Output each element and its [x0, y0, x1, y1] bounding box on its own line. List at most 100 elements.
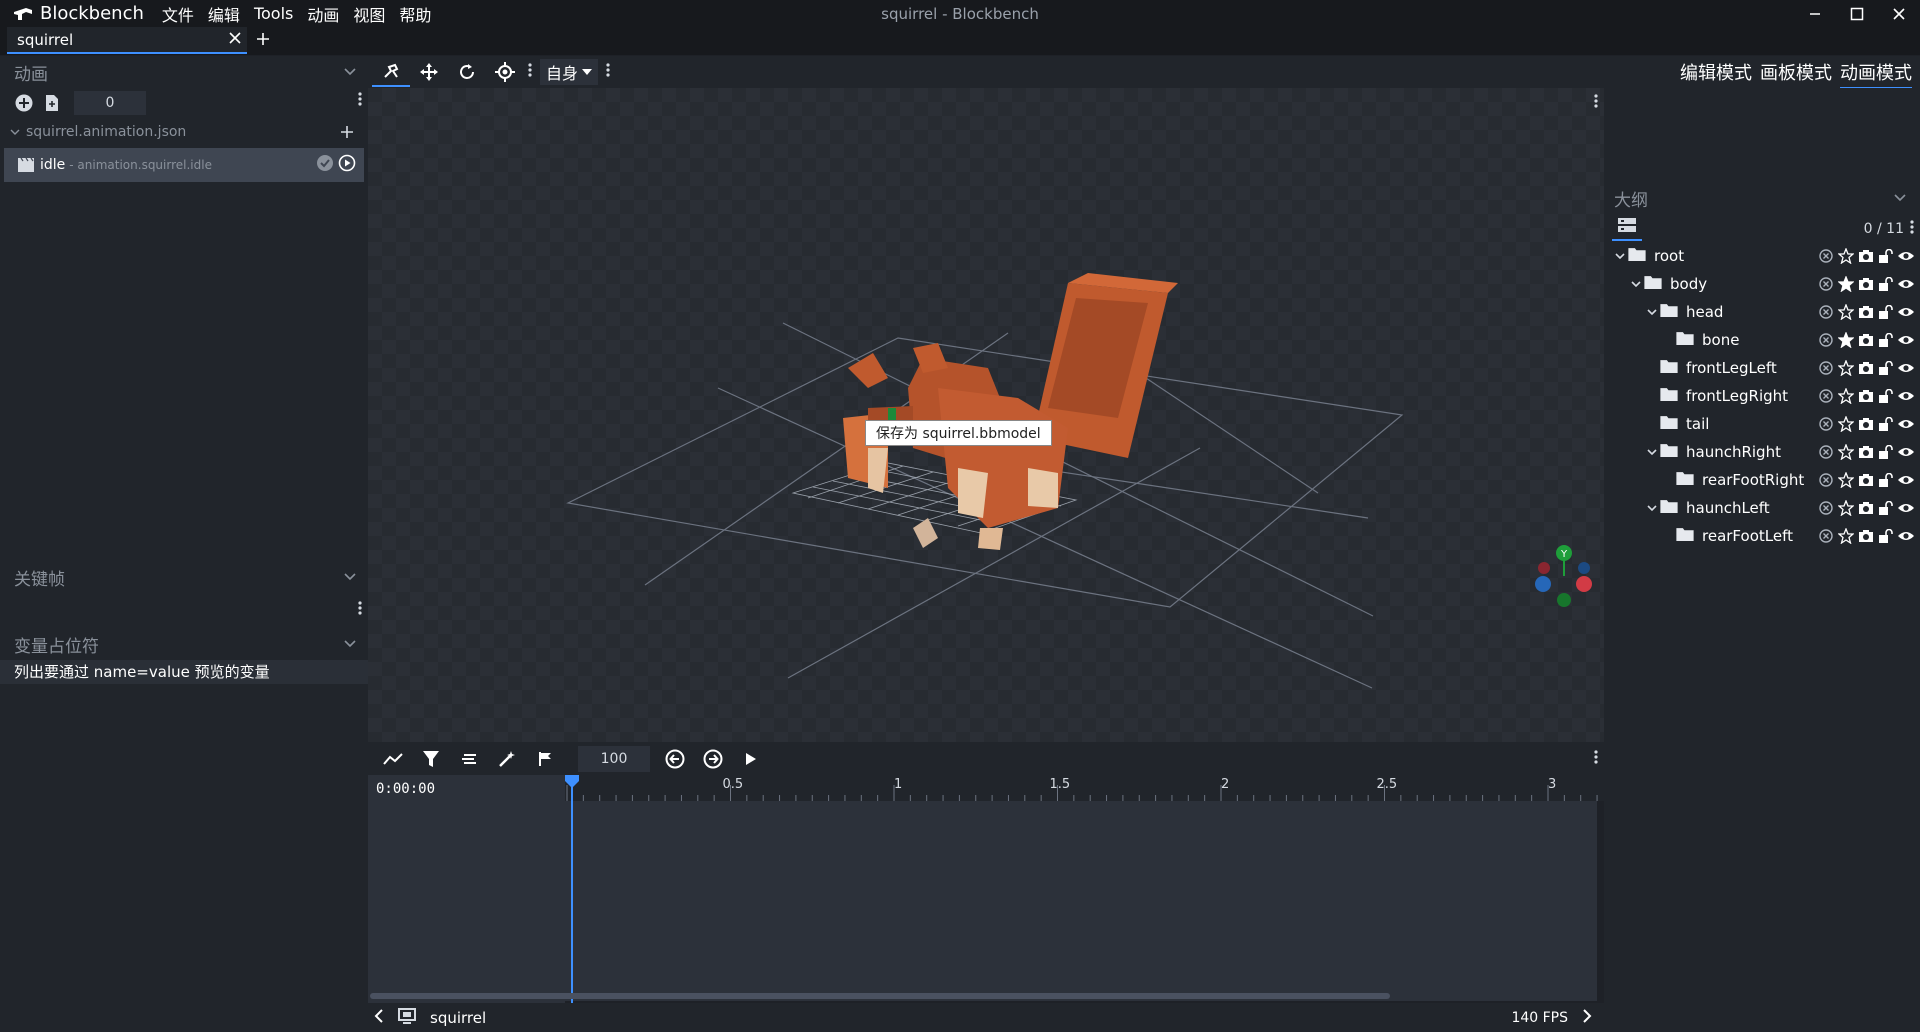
star-icon[interactable]: [1836, 442, 1856, 462]
outliner-view-button[interactable]: [1612, 217, 1642, 241]
mode-tab-paint[interactable]: 画板模式: [1760, 59, 1832, 89]
more-options-icon[interactable]: [1594, 750, 1598, 768]
reset-circle-icon[interactable]: [1816, 246, 1836, 266]
previous-keyframe-button[interactable]: [656, 744, 694, 774]
outliner-node[interactable]: haunchRight: [1604, 438, 1920, 466]
camera-icon[interactable]: [1856, 414, 1876, 434]
outliner-node[interactable]: frontLegLeft: [1604, 354, 1920, 382]
animations-panel-header[interactable]: 动画: [0, 56, 368, 88]
reset-circle-icon[interactable]: [1816, 526, 1836, 546]
star-icon[interactable]: [1836, 358, 1856, 378]
check-circle-icon[interactable]: [316, 154, 334, 176]
reset-circle-icon[interactable]: [1816, 358, 1836, 378]
reset-circle-icon[interactable]: [1816, 274, 1836, 294]
rotate-tool-button[interactable]: [448, 57, 486, 87]
marker-button[interactable]: [526, 744, 564, 774]
outliner-panel-header[interactable]: 大纲: [1604, 182, 1920, 214]
timeline-scrollbar[interactable]: [370, 993, 1390, 999]
play-button[interactable]: [732, 744, 770, 774]
lock-open-icon[interactable]: [1876, 442, 1896, 462]
star-icon[interactable]: [1836, 302, 1856, 322]
lock-open-icon[interactable]: [1876, 358, 1896, 378]
more-options-icon[interactable]: [358, 601, 362, 619]
minimize-button[interactable]: [1794, 0, 1836, 27]
chevron-down-icon[interactable]: [1644, 502, 1660, 515]
outliner-node[interactable]: head: [1604, 298, 1920, 326]
chevron-left-icon[interactable]: [374, 1008, 384, 1027]
eye-icon[interactable]: [1896, 526, 1916, 546]
camera-icon[interactable]: [1856, 498, 1876, 518]
star-icon[interactable]: [1836, 470, 1856, 490]
star-icon[interactable]: [1836, 386, 1856, 406]
lock-open-icon[interactable]: [1876, 386, 1896, 406]
eye-icon[interactable]: [1896, 498, 1916, 518]
outliner-node[interactable]: bone: [1604, 326, 1920, 354]
eye-icon[interactable]: [1896, 442, 1916, 462]
reset-circle-icon[interactable]: [1816, 442, 1836, 462]
timeline-playhead[interactable]: [565, 775, 579, 1003]
outliner-node[interactable]: root: [1604, 242, 1920, 270]
star-icon[interactable]: [1836, 498, 1856, 518]
camera-icon[interactable]: [1856, 246, 1876, 266]
camera-icon[interactable]: [1856, 358, 1876, 378]
eye-icon[interactable]: [1896, 274, 1916, 294]
star-icon[interactable]: [1836, 246, 1856, 266]
lock-open-icon[interactable]: [1876, 526, 1896, 546]
filter-button[interactable]: [412, 744, 450, 774]
camera-icon[interactable]: [1856, 330, 1876, 350]
outliner-node[interactable]: rearFootRight: [1604, 466, 1920, 494]
eye-icon[interactable]: [1896, 470, 1916, 490]
camera-icon[interactable]: [1856, 526, 1876, 546]
more-options-icon[interactable]: [1594, 94, 1598, 112]
chevron-down-icon[interactable]: [344, 637, 356, 652]
more-options-icon[interactable]: [528, 63, 532, 81]
move-tool-button[interactable]: [410, 57, 448, 87]
lock-open-icon[interactable]: [1876, 414, 1896, 434]
lock-open-icon[interactable]: [1876, 302, 1896, 322]
pose-tool-button[interactable]: [372, 57, 410, 87]
close-window-button[interactable]: [1878, 0, 1920, 27]
graph-editor-button[interactable]: [374, 744, 412, 774]
eye-icon[interactable]: [1896, 302, 1916, 322]
next-keyframe-button[interactable]: [694, 744, 732, 774]
star-icon[interactable]: [1836, 526, 1856, 546]
reset-circle-icon[interactable]: [1816, 386, 1836, 406]
lock-open-icon[interactable]: [1876, 498, 1896, 518]
outliner-node[interactable]: frontLegRight: [1604, 382, 1920, 410]
tab-squirrel[interactable]: squirrel: [7, 27, 247, 54]
chevron-down-icon[interactable]: [1628, 278, 1644, 291]
reset-circle-icon[interactable]: [1816, 470, 1836, 490]
eye-icon[interactable]: [1896, 246, 1916, 266]
lock-open-icon[interactable]: [1876, 470, 1896, 490]
axis-gizmo[interactable]: Y: [1535, 545, 1592, 607]
new-tab-button[interactable]: [255, 28, 271, 53]
more-options-icon[interactable]: [358, 92, 362, 110]
lock-open-icon[interactable]: [1876, 246, 1896, 266]
reset-circle-icon[interactable]: [1816, 302, 1836, 322]
plus-icon[interactable]: [340, 125, 354, 139]
outliner-node[interactable]: haunchLeft: [1604, 494, 1920, 522]
eye-icon[interactable]: [1896, 414, 1916, 434]
reset-circle-icon[interactable]: [1816, 330, 1836, 350]
more-options-icon[interactable]: [606, 63, 610, 81]
chevron-down-icon[interactable]: [1644, 446, 1660, 459]
outliner-node[interactable]: body: [1604, 270, 1920, 298]
outliner-node[interactable]: rearFootLeft: [1604, 522, 1920, 550]
animation-item-idle[interactable]: idle - animation.squirrel.idle: [4, 148, 364, 182]
menu-view[interactable]: 视图: [353, 2, 385, 26]
timeline[interactable]: 0:00:00 0.511.522.533.544.55: [368, 775, 1604, 1003]
eye-icon[interactable]: [1896, 386, 1916, 406]
chevron-down-icon[interactable]: [1644, 306, 1660, 319]
outliner-node[interactable]: tail: [1604, 410, 1920, 438]
variables-panel-header[interactable]: 变量占位符: [0, 628, 368, 660]
animation-file-row[interactable]: squirrel.animation.json: [0, 118, 368, 146]
timeline-ruler[interactable]: 0.511.522.533.544.55: [565, 775, 1604, 801]
chevron-down-icon[interactable]: [1612, 250, 1628, 263]
star-icon[interactable]: [1836, 274, 1856, 294]
camera-icon[interactable]: [1856, 470, 1876, 490]
timeline-track-area[interactable]: [565, 801, 1597, 1001]
magic-wand-button[interactable]: [488, 744, 526, 774]
menu-help[interactable]: 帮助: [399, 2, 431, 26]
chevron-down-icon[interactable]: [344, 65, 356, 80]
eye-icon[interactable]: [1896, 330, 1916, 350]
